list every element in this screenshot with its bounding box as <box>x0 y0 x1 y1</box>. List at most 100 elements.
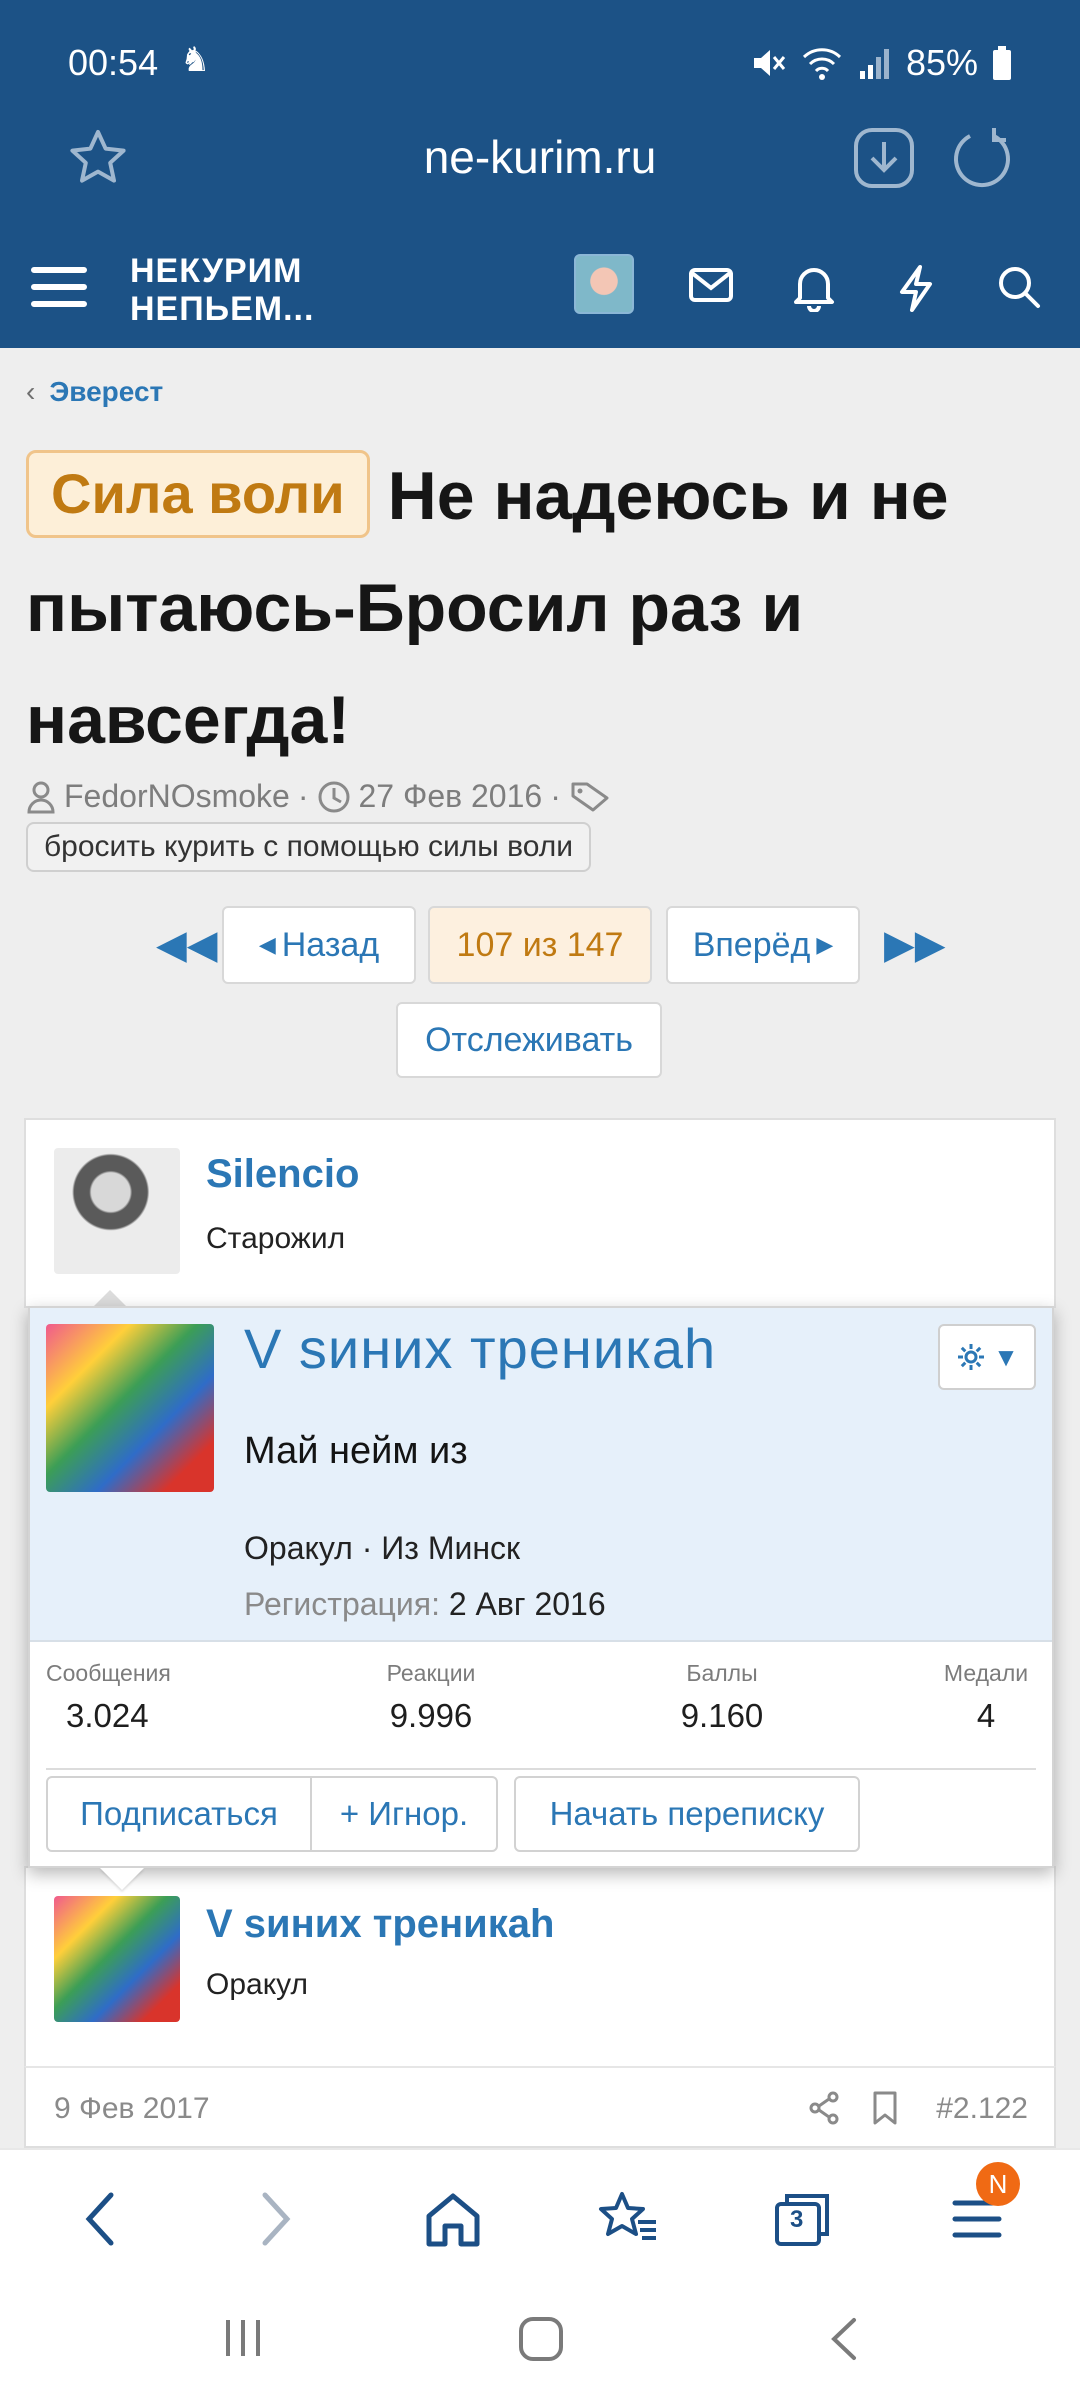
start-conversation-button[interactable]: Начать переписку <box>514 1776 860 1852</box>
logo-line-1: НЕКУРИМ <box>130 252 303 290</box>
member-options-button[interactable]: ▼ <box>938 1324 1036 1390</box>
prev-page-button[interactable]: ◀ Назад <box>222 906 416 984</box>
arrow-right-icon <box>262 2192 291 2246</box>
stat-value: 3.024 <box>66 1697 149 1734</box>
download-icon[interactable] <box>852 126 916 190</box>
logo-line-2: НЕПЬЕМ... <box>130 290 315 328</box>
thread-prefix[interactable]: Сила воли <box>26 450 370 538</box>
wifi-icon <box>802 48 841 80</box>
first-page-icon[interactable]: ◀◀ <box>156 922 218 968</box>
post-user-title: Старожил <box>206 1222 346 1255</box>
stat-points[interactable]: Баллы 9.160 <box>662 1660 782 1735</box>
prev-label: Назад <box>281 925 380 964</box>
member-registration: Регистрация: 2 Авг 2016 <box>244 1586 606 1623</box>
tabs-count: 3 <box>790 2206 804 2233</box>
last-page-icon[interactable]: ▶▶ <box>884 922 946 968</box>
post-number[interactable]: #2.122 <box>936 2092 1028 2126</box>
site-logo[interactable]: НЕКУРИМ НЕПЬЕМ... <box>130 252 314 328</box>
stat-value: 9.996 <box>389 1697 473 1734</box>
post-username[interactable]: Silencio <box>206 1152 359 1197</box>
card-pointer-bottom <box>100 1868 144 1890</box>
next-label: Вперёд <box>692 925 811 964</box>
chevron-left-icon: ‹ <box>26 376 36 407</box>
stat-value: 9.160 <box>680 1697 764 1734</box>
breadcrumb-label[interactable]: Эверест <box>49 376 163 408</box>
bookmarks-button[interactable] <box>594 2184 664 2254</box>
stat-value: 4 <box>976 1697 996 1734</box>
status-time: 00:54 <box>68 42 159 83</box>
follow-button[interactable]: Подписаться <box>46 1776 312 1852</box>
lightning-icon[interactable] <box>896 264 936 312</box>
tags-icon <box>571 782 609 811</box>
status-right: 85% <box>750 42 1012 84</box>
system-nav-bar <box>0 2278 1080 2400</box>
bell-icon[interactable] <box>792 264 836 312</box>
reg-date: 2 Авг 2016 <box>448 1586 606 1622</box>
meta-separator: · <box>550 778 561 814</box>
post-date[interactable]: 9 Фев 2017 <box>54 2092 210 2126</box>
watch-button[interactable]: Отслеживать <box>396 1002 662 1078</box>
clock-icon <box>318 781 349 812</box>
forward-button[interactable] <box>240 2184 310 2254</box>
stat-label: Сообщения <box>46 1660 171 1686</box>
thread-title: Сила воли Не надеюсь и не пытаюсь-Бросил … <box>26 440 1056 776</box>
post-user-title: Оракул <box>206 1968 309 2001</box>
stat-medals[interactable]: Медали 4 <box>936 1660 1036 1735</box>
browser-url-bar: ne-kurim.ru <box>0 110 1080 206</box>
reg-label: Регистрация: <box>244 1586 440 1622</box>
member-info: Оракул · Из Минск <box>244 1530 521 1566</box>
menu-icon[interactable] <box>30 258 88 316</box>
back-nav-icon[interactable] <box>828 2316 860 2362</box>
bookmark-icon[interactable] <box>870 2090 900 2126</box>
breadcrumb[interactable]: ‹ Эверест <box>26 376 163 408</box>
ignore-button[interactable]: + Игнор. <box>310 1776 498 1852</box>
stat-reactions[interactable]: Реакции 9.996 <box>366 1660 496 1735</box>
stat-label: Реакции <box>386 1660 476 1686</box>
caret-left-icon: ◀ <box>258 932 276 957</box>
home-icon <box>426 2193 480 2247</box>
post-footer: 9 Фев 2017 #2.122 <box>24 2066 1056 2148</box>
member-stats: Сообщения 3.024 Реакции 9.996 Баллы 9.16… <box>46 1660 1036 1770</box>
user-avatar[interactable] <box>574 254 634 314</box>
stat-label: Медали <box>943 1660 1029 1686</box>
avatar[interactable] <box>54 1896 180 2022</box>
back-button[interactable] <box>66 2184 136 2254</box>
recents-icon[interactable] <box>222 2316 264 2360</box>
share-icon[interactable] <box>806 2090 842 2126</box>
home-button[interactable] <box>418 2184 488 2254</box>
signal-icon <box>859 49 889 79</box>
gear-icon <box>958 1344 985 1370</box>
avatar[interactable] <box>54 1148 180 1274</box>
member-avatar[interactable] <box>46 1324 214 1492</box>
browser-toolbar: 3 <box>0 2148 1080 2278</box>
search-icon[interactable] <box>996 264 1042 310</box>
tabs-button[interactable]: 3 <box>768 2184 838 2254</box>
caret-right-icon: ▶ <box>816 932 834 957</box>
mail-icon[interactable] <box>688 264 734 308</box>
member-status: Май нейм из <box>244 1430 468 1472</box>
battery-percent: 85% <box>905 42 978 83</box>
thread-date[interactable]: 27 Фев 2016 <box>359 778 543 815</box>
post-v-sinih: V sиних треникаh Оракул <box>24 1866 1056 2070</box>
bookmarks-icon <box>599 2192 656 2240</box>
notification-icon: ♞ <box>180 41 211 79</box>
reload-icon[interactable] <box>950 126 1014 190</box>
url-text[interactable]: ne-kurim.ru <box>0 130 1080 184</box>
member-tooltip-card: V sиних треникаh ▼ Май нейм из Оракул · … <box>28 1306 1054 1868</box>
site-header: НЕКУРИМ НЕПЬЕМ... <box>0 240 1080 348</box>
pagination: ◀◀ ◀ Назад 107 из 147 Вперёд ▶ ▶▶ <box>0 906 1080 986</box>
thread-tag[interactable]: бросить курить с помощью силы воли <box>26 822 592 872</box>
member-name[interactable]: V sиних треникаh <box>244 1316 716 1381</box>
meta-separator: · <box>297 778 309 814</box>
thread-author[interactable]: FedorNOsmoke <box>64 778 290 815</box>
current-page-button[interactable]: 107 из 147 <box>428 906 652 984</box>
battery-icon <box>993 46 1011 80</box>
thread-meta: FedorNOsmoke · 27 Фев 2016 · <box>26 778 613 815</box>
next-page-button[interactable]: Вперёд ▶ <box>666 906 860 984</box>
menu-badge: N <box>976 2162 1020 2206</box>
post-username[interactable]: V sиних треникаh <box>206 1902 554 1947</box>
stat-messages[interactable]: Сообщения 3.024 <box>46 1660 171 1735</box>
status-bar: 00:54 ♞ 85% <box>68 38 1012 88</box>
home-nav-icon[interactable] <box>518 2316 564 2362</box>
chevron-down-icon: ▼ <box>993 1341 1019 1372</box>
